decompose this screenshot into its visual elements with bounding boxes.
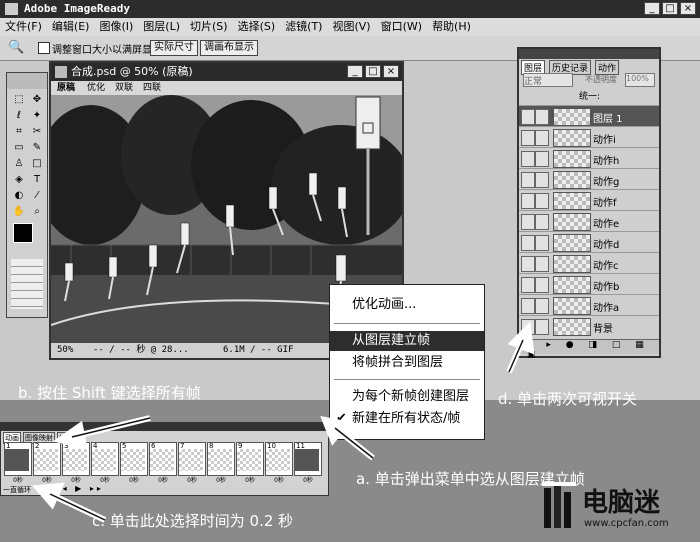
caption-b: b. 按住 Shift 键选择所有帧 [18, 384, 201, 402]
watermark-logo: 电脑迷 www.cpcfan.com [540, 480, 690, 538]
arrow-d-head [507, 321, 535, 355]
arrow-b-head [52, 420, 88, 451]
caption-d: d. 单击两次可视开关 [498, 390, 638, 408]
arrow-c-head [31, 482, 65, 510]
caption-c: c. 单击此处选择时间为 0.2 秒 [92, 512, 294, 530]
logo-mark-icon [542, 482, 576, 528]
watermark-name: 电脑迷 [582, 488, 661, 518]
callout-arrows [31, 321, 535, 523]
watermark-url: www.cpcfan.com [584, 518, 669, 529]
